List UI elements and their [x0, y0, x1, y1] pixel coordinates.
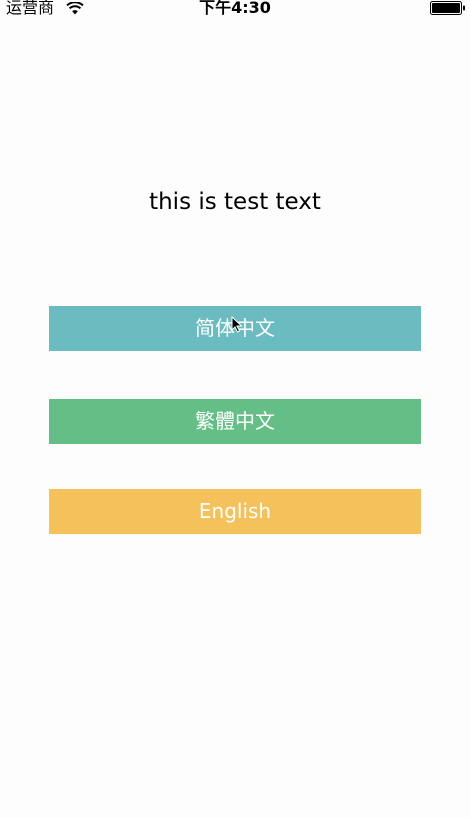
test-text-label: this is test text — [149, 189, 321, 215]
traditional-chinese-button[interactable]: 繁體中文 — [49, 399, 421, 444]
status-time: 下午4:30 — [199, 0, 271, 17]
mouse-pointer-icon — [231, 315, 243, 337]
battery-icon — [430, 0, 466, 19]
status-bar: 运营商 下午4:30 — [0, 0, 470, 18]
english-button[interactable]: English — [49, 489, 421, 534]
